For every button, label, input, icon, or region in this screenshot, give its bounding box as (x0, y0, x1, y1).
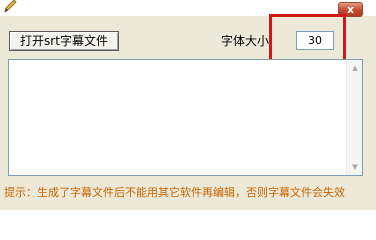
font-size-input[interactable] (296, 31, 334, 50)
open-srt-file-button[interactable]: 打开srt字幕文件 (9, 31, 119, 51)
close-button[interactable]: x (338, 2, 363, 17)
pencil-icon (2, 0, 18, 14)
scroll-up-arrow-icon[interactable]: ▲ (348, 61, 362, 75)
vertical-scrollbar[interactable]: ▲ ▼ (346, 60, 362, 175)
subtitle-text-area[interactable]: ▲ ▼ (8, 59, 363, 176)
hint-message: 提示：生成了字幕文件后不能用其它软件再编辑，否则字幕文件会失效 (4, 186, 345, 199)
font-size-label: 字体大小 (221, 34, 270, 48)
title-bar: x (0, 0, 376, 17)
app-window: x 打开srt字幕文件 字体大小 ▲ ▼ 提示：生成了字幕文件后不能用其它软件再… (0, 0, 376, 210)
scroll-down-arrow-icon[interactable]: ▼ (348, 160, 362, 174)
